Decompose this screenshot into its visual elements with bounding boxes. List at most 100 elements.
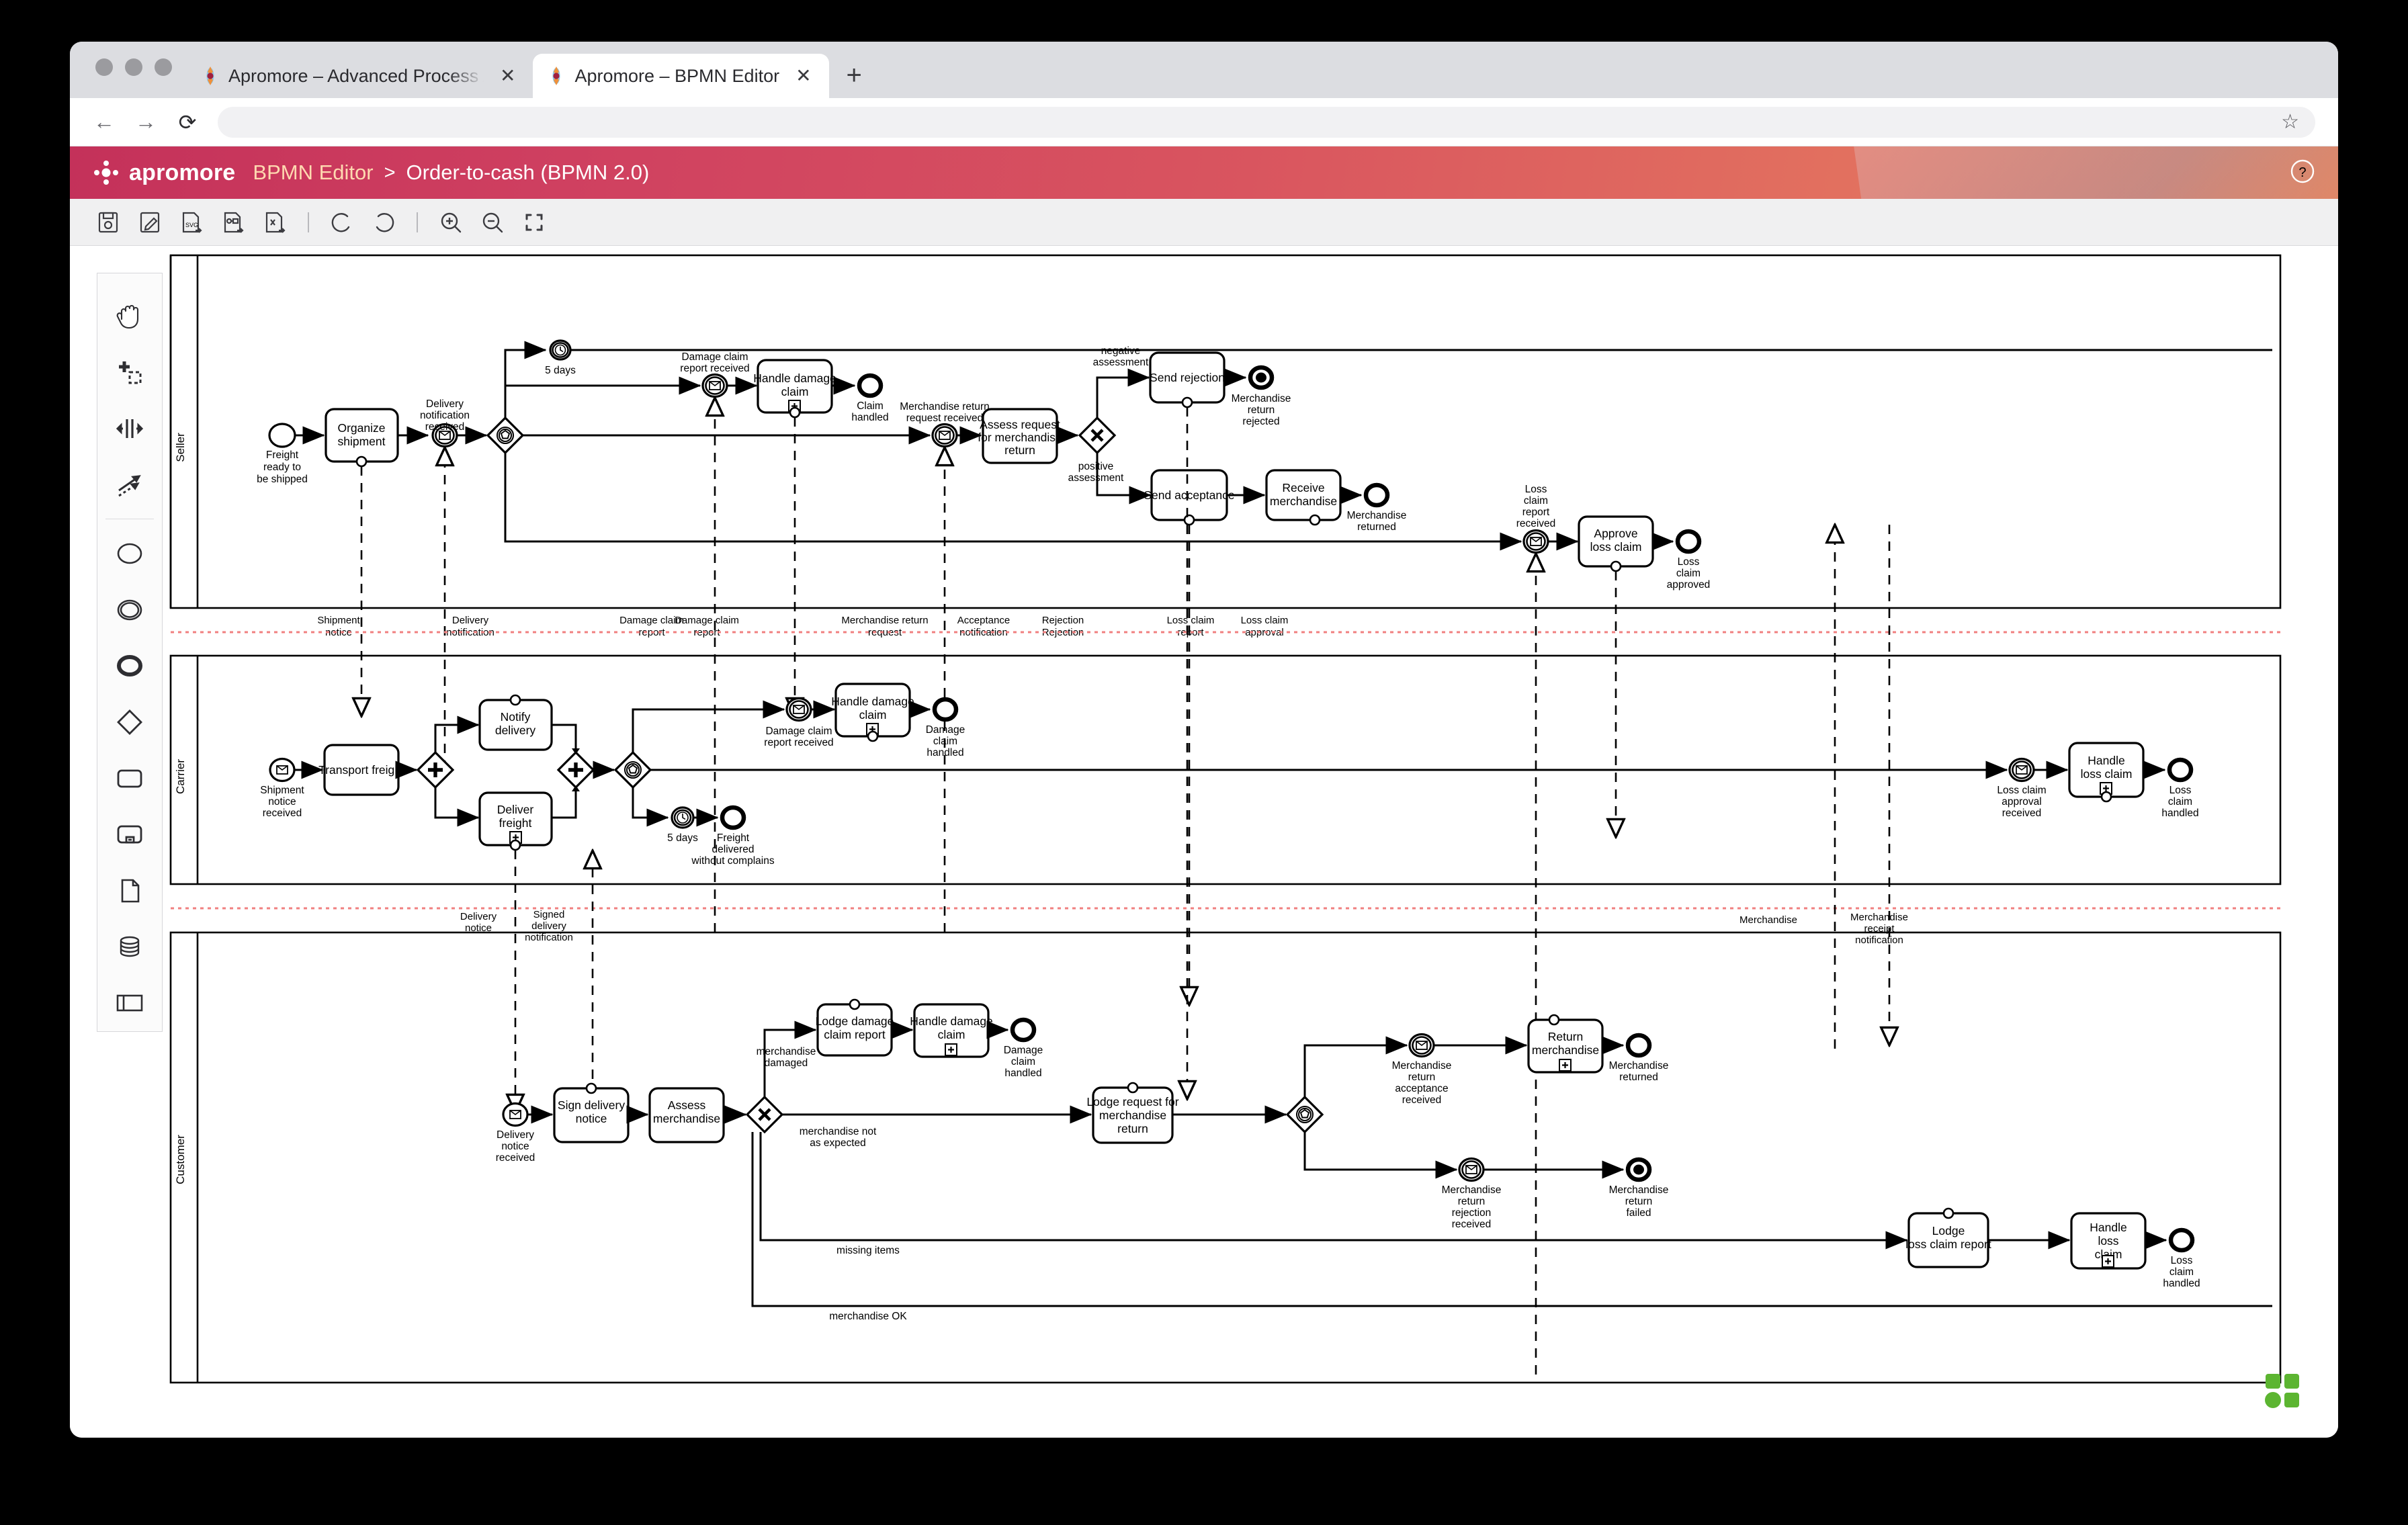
export-svg-button[interactable]: SVG [173, 204, 210, 241]
label-merchandise-damaged-1: merchandise [757, 1046, 816, 1057]
lasso-tool-icon[interactable] [103, 345, 156, 401]
mf-label-merchandise: Merchandise [1739, 914, 1797, 926]
gateway-exclusive-assessment[interactable] [1078, 416, 1117, 455]
address-input[interactable]: ☆ [218, 106, 2315, 138]
end-event-loss-claim-approved[interactable] [1675, 529, 1702, 554]
connect-tool-icon[interactable] [103, 457, 156, 513]
end-event-freight-delivered[interactable] [720, 805, 746, 830]
close-window-button[interactable] [95, 58, 113, 76]
participant-icon[interactable] [103, 975, 156, 1031]
seller-flow[interactable]: Freight ready to be shipped Organize shi… [257, 339, 2272, 591]
svg-text:SVG: SVG [185, 222, 198, 228]
zoom-fit-button[interactable] [516, 204, 552, 241]
gateway-parallel-join-carrier[interactable] [556, 750, 595, 789]
event-loss-claim-report-received-seller[interactable] [1522, 529, 1549, 554]
label-send-acceptance: Send acceptance [1144, 488, 1234, 502]
event-damage-claim-report-received-seller[interactable] [701, 373, 728, 398]
gateway-event-based-customer[interactable] [1285, 1095, 1324, 1134]
redo-button[interactable] [366, 204, 402, 241]
label-positive-assessment-1: positive [1078, 461, 1114, 472]
end-event-claim-handled-seller[interactable] [857, 373, 884, 398]
hand-tool-icon[interactable] [103, 288, 156, 345]
message-out-receive-merchandise [1309, 514, 1321, 526]
end-event-loss-claim-handled-customer[interactable] [2168, 1227, 2195, 1253]
pool-customer[interactable]: Customer [169, 931, 2282, 1384]
end-event-damage-claim-handled-carrier[interactable] [932, 697, 959, 722]
event-merchandise-return-rejection-received[interactable] [1458, 1157, 1485, 1182]
end-event-icon[interactable] [103, 638, 156, 695]
forward-icon[interactable]: → [134, 110, 157, 134]
bookmark-star-icon[interactable]: ☆ [2281, 110, 2299, 134]
zoom-out-button[interactable] [474, 204, 511, 241]
label-lodge-loss-claim-2: loss claim report [1905, 1237, 1991, 1251]
browser-tab-1[interactable]: Apromore – Advanced Process A ✕ [187, 54, 533, 98]
browser-tab-2-close-icon[interactable]: ✕ [789, 67, 818, 85]
event-merchandise-return-request-received[interactable] [931, 423, 958, 448]
reload-icon[interactable]: ⟳ [176, 110, 199, 135]
label-loss-claim-appr-recv-3: received [2002, 808, 2042, 819]
customer-flow[interactable]: Delivery notice received Sign delivery n… [496, 998, 2272, 1322]
zoom-in-button[interactable] [433, 204, 469, 241]
gateway-exclusive-assess-merchandise[interactable] [745, 1095, 784, 1134]
subprocess-icon[interactable] [103, 807, 156, 863]
label-mrch-ret-failed-1: Merchandise [1609, 1184, 1669, 1196]
label-loss-claim-handled-cu2: claim [2169, 1266, 2194, 1278]
label-claim-handled-s1: Claim [857, 400, 884, 412]
label-merchandise-returned-s1: Merchandise [1347, 510, 1407, 521]
end-event-merchandise-returned-seller[interactable] [1363, 482, 1390, 508]
mf-label-delivery-notice-1: Delivery [460, 911, 497, 922]
end-event-damage-claim-handled-customer[interactable] [1010, 1017, 1037, 1043]
apromore-logo[interactable]: apromore [93, 159, 235, 186]
event-loss-claim-approval-received[interactable] [2008, 757, 2035, 783]
message-out-send-acceptance [1183, 514, 1195, 526]
end-event-loss-claim-handled-carrier[interactable] [2167, 757, 2194, 783]
intermediate-event-icon[interactable] [103, 582, 156, 638]
label-negative-assessment-1: negative [1101, 345, 1141, 357]
save-model-as-button[interactable] [132, 204, 168, 241]
bpmn-diagram[interactable]: .lane { fill:none; stroke:#000; stroke-w… [163, 246, 2286, 1401]
undo-button[interactable] [324, 204, 360, 241]
carrier-flow[interactable]: Shipment notice received Transport freig… [260, 683, 2199, 867]
bpmn-canvas[interactable]: .lane { fill:none; stroke:#000; stroke-w… [163, 246, 2338, 1438]
gateway-event-based-seller[interactable] [486, 416, 525, 455]
event-delivery-notice-received[interactable] [502, 1102, 529, 1127]
gateway-parallel-split-carrier[interactable] [416, 750, 455, 789]
start-event-freight-ready[interactable] [268, 423, 296, 448]
end-event-merchandise-return-failed[interactable] [1625, 1157, 1652, 1182]
new-tab-button[interactable]: + [829, 62, 879, 98]
maximize-window-button[interactable] [155, 58, 172, 76]
label-positive-assessment-2: assessment [1068, 472, 1124, 484]
window-traffic-lights [89, 42, 187, 98]
pool-seller[interactable]: Seller [169, 254, 2282, 609]
end-event-merchandise-returned-customer[interactable] [1625, 1033, 1652, 1058]
export-bpmn-button[interactable] [215, 204, 251, 241]
message-out-notify-delivery [509, 694, 521, 706]
end-event-merchandise-return-rejected[interactable] [1248, 365, 1275, 390]
event-timer-5days-carrier[interactable] [671, 806, 695, 829]
label-freight-ready-3: be shipped [257, 474, 308, 485]
event-timer-5days-seller[interactable] [549, 339, 572, 361]
space-tool-icon[interactable] [103, 400, 156, 457]
label-transport-freight: Transport freight [318, 763, 404, 777]
minimize-window-button[interactable] [125, 58, 142, 76]
label-send-rejection: Send rejection [1150, 371, 1225, 384]
save-model-button[interactable] [90, 204, 126, 241]
event-damage-claim-report-received-carrier[interactable] [785, 697, 812, 722]
label-merchandise-damaged-2: damaged [765, 1057, 808, 1069]
export-pdf-button[interactable] [257, 204, 293, 241]
back-icon[interactable]: ← [93, 110, 116, 134]
message-out-lodge-request [1127, 1082, 1139, 1094]
message-out-handle-loss-claim-c [2100, 791, 2112, 803]
browser-tab-2[interactable]: Apromore – BPMN Editor ✕ [533, 54, 829, 98]
label-return-merchandise-1: Return [1548, 1030, 1584, 1043]
event-shipment-notice-received[interactable] [269, 757, 296, 783]
data-object-icon[interactable] [103, 863, 156, 919]
data-store-icon[interactable] [103, 919, 156, 975]
task-icon[interactable] [103, 750, 156, 807]
browser-tab-1-close-icon[interactable]: ✕ [493, 67, 522, 85]
gateway-icon[interactable] [103, 694, 156, 750]
help-button[interactable]: ? [2290, 159, 2315, 187]
gateway-event-based-carrier[interactable] [613, 750, 652, 789]
event-merchandise-return-acceptance-received[interactable] [1408, 1033, 1435, 1058]
start-event-icon[interactable] [103, 525, 156, 582]
